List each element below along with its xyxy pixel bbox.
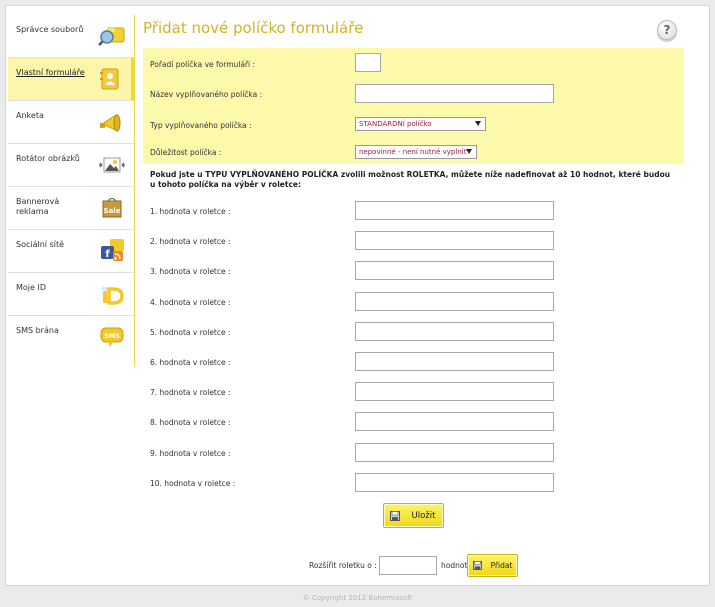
sidebar-item-label: Anketa (16, 111, 44, 120)
importance-label: Důležitost políčka : (150, 148, 222, 157)
sidebar-item-label: Vlastní formuláře (16, 68, 85, 77)
custom-forms-icon (100, 68, 119, 90)
add-button-label: Přidat (490, 561, 513, 570)
sidebar-item-banner-ads[interactable]: Bannerová reklama Sale (8, 187, 134, 230)
sidebar-item-label: Sociální sítě (16, 240, 65, 249)
field-type-select[interactable]: STANDARDNÍ políčko (355, 117, 486, 131)
image-rotator-icon (99, 157, 125, 173)
field-name-input[interactable] (355, 84, 554, 103)
dropdown-value-input[interactable] (355, 352, 554, 371)
sidebar-item-label: Bannerová reklama (16, 197, 60, 216)
sidebar-item-social-networks[interactable]: Sociální sítě f (8, 230, 134, 273)
svg-text:SMS: SMS (104, 332, 120, 340)
dropdown-value-input[interactable] (355, 231, 554, 251)
dropdown-value-input[interactable] (355, 261, 554, 281)
extend-suffix-label: hodnot (441, 561, 468, 570)
dropdown-value-label: 8. hodnota v roletce : (150, 418, 231, 428)
dropdown-value-input[interactable] (355, 321, 554, 341)
sidebar-item-moje-id[interactable]: Moje ID moje (8, 273, 134, 316)
order-input[interactable] (355, 53, 381, 72)
sidebar-item-poll[interactable]: Anketa (8, 101, 134, 144)
dropdown-value-label: 3. hodnota v roletce : (150, 267, 231, 277)
banner-sale-icon: Sale (102, 197, 122, 218)
sms-gateway-icon: SMS (100, 327, 124, 347)
add-button[interactable]: Přidat (467, 554, 518, 577)
copyright: © Copyright 2012 Bohemiasoft (302, 594, 413, 602)
dropdown-value-label: 2. hodnota v roletce : (150, 237, 231, 247)
sidebar: Správce souborů Vlastní formuláře Anketa… (8, 15, 135, 367)
importance-select[interactable]: nepovinné - není nutné vyplnit (355, 145, 477, 159)
dropdown-value-label: 9. hodnota v roletce : (150, 448, 231, 458)
extend-prefix-label: Rozšířit roletku o : (309, 561, 377, 570)
sidebar-item-label: Rotátor obrázků (16, 154, 80, 163)
file-manager-icon (98, 27, 125, 46)
field-type-label: Typ vyplňovaného políčka : (150, 121, 252, 130)
field-name-label: Název vyplňovaného políčka : (150, 90, 263, 99)
save-button[interactable]: Uložit (383, 503, 444, 528)
dropdown-note: Pokud jste u TYPU VYPLŇOVANÉHO POLÍČKA z… (150, 170, 671, 189)
sidebar-item-custom-forms[interactable]: Vlastní formuláře (8, 58, 134, 101)
dropdown-value-label: 7. hodnota v roletce : (150, 388, 231, 398)
help-icon[interactable]: ? (657, 20, 677, 40)
sidebar-item-label: Moje ID (16, 283, 47, 292)
dropdown-value-input[interactable] (355, 291, 554, 311)
sidebar-item-file-manager[interactable]: Správce souborů (8, 15, 134, 58)
extend-count-input[interactable] (379, 556, 437, 575)
dropdown-value-label: 6. hodnota v roletce : (150, 358, 231, 367)
svg-text:f: f (105, 249, 110, 260)
moje-id-icon: moje (102, 286, 124, 305)
sidebar-item-label: Správce souborů (16, 25, 84, 34)
dropdown-value-label: 10. hodnota v roletce : (150, 478, 236, 488)
dropdown-value-input[interactable] (355, 442, 554, 462)
chevron-down-icon (466, 149, 472, 154)
dropdown-value-label: 4. hodnota v roletce : (150, 297, 231, 307)
poll-megaphone-icon (100, 114, 121, 132)
svg-text:Sale: Sale (104, 207, 121, 215)
chevron-down-icon (475, 121, 481, 126)
social-networks-icon: f (101, 239, 124, 261)
field-type-value: STANDARDNÍ políčko (359, 120, 432, 128)
floppy-disk-icon (473, 560, 482, 570)
importance-value: nepovinné - není nutné vyplnit (359, 148, 467, 156)
floppy-disk-icon (390, 510, 400, 521)
dropdown-value-label: 1. hodnota v roletce : (150, 207, 231, 216)
save-button-label: Uložit (411, 510, 436, 521)
sidebar-item-image-rotator[interactable]: Rotátor obrázků (8, 144, 134, 187)
dropdown-value-input[interactable] (355, 472, 554, 492)
sidebar-item-sms-gateway[interactable]: SMS brána SMS (8, 316, 134, 359)
order-label: Pořadí políčka ve formuláři : (150, 60, 256, 69)
dropdown-value-input[interactable] (355, 382, 554, 402)
dropdown-value-label: 5. hodnota v roletce : (150, 327, 231, 337)
sidebar-item-label: SMS brána (16, 326, 59, 335)
dropdown-value-input[interactable] (355, 201, 554, 220)
dropdown-value-input[interactable] (355, 412, 554, 432)
page-title: Přidat nové políčko formuláře (143, 19, 364, 37)
